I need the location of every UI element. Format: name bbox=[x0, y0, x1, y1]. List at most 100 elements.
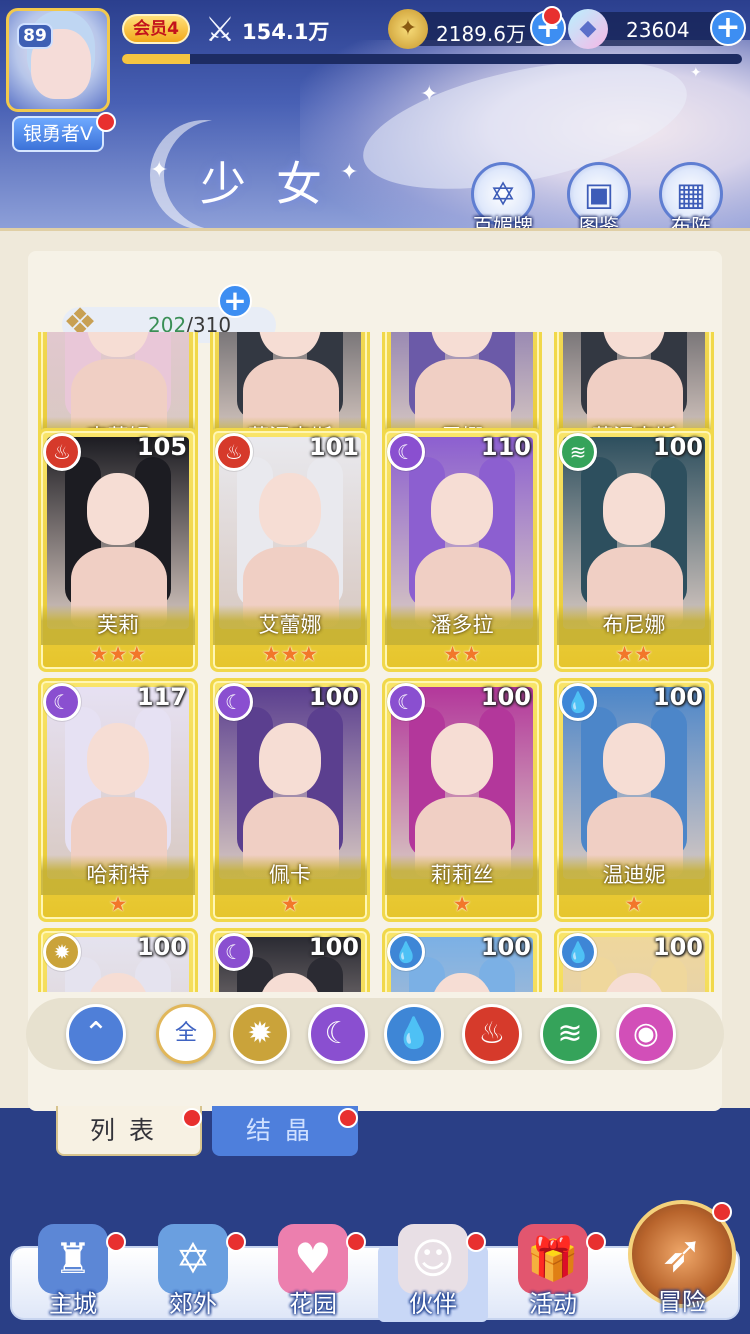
gem-currency: ◆ 23604 + bbox=[568, 9, 746, 49]
water-element-icon: 💧 bbox=[559, 933, 597, 971]
fire-element-icon: ♨ bbox=[215, 433, 253, 471]
experience-bar bbox=[122, 54, 742, 64]
sparkle-icon: ✦ bbox=[690, 65, 702, 81]
water-drop-icon: 💧 bbox=[395, 1016, 433, 1051]
star-rating: ★★ bbox=[557, 643, 711, 667]
notification-dot bbox=[182, 1108, 202, 1128]
player-avatar[interactable]: 89 bbox=[6, 8, 110, 112]
character-name: 潘多拉 bbox=[430, 613, 494, 637]
character-card[interactable]: 💧 100 温迪妮 ★ bbox=[554, 678, 714, 922]
character-level: 105 bbox=[136, 433, 187, 461]
character-level: 100 bbox=[652, 933, 703, 961]
character-card[interactable]: ☾ 100 佩卡 ★ bbox=[210, 678, 370, 922]
combat-power-value: 154.1万 bbox=[242, 20, 330, 44]
character-card[interactable]: ✹ 100 bbox=[38, 928, 198, 992]
character-level: 100 bbox=[480, 683, 531, 711]
light-element-icon: ✹ bbox=[43, 933, 81, 971]
star-rating: ★ bbox=[385, 893, 539, 917]
sword-shield-icon: ⚔ bbox=[204, 10, 236, 50]
filter-wind-button[interactable]: ≋ bbox=[540, 1004, 600, 1064]
star-icon: ★ bbox=[108, 642, 128, 666]
character-card[interactable]: 💧 100 bbox=[554, 928, 714, 992]
moon-element-icon: ☾ bbox=[387, 683, 425, 721]
star-rating: ★★★ bbox=[213, 643, 367, 667]
star-icon: ★ bbox=[280, 892, 300, 916]
notification-dot bbox=[586, 1232, 606, 1252]
player-level-badge: 89 bbox=[17, 23, 53, 49]
star-icon: ★ bbox=[462, 642, 481, 666]
star-rating: ★★★ bbox=[41, 643, 195, 667]
character-card[interactable]: ♨ 101 艾蕾娜 ★★★ bbox=[210, 428, 370, 672]
sparkle-icon: ✦ bbox=[150, 158, 169, 183]
notification-dot bbox=[712, 1202, 732, 1222]
filter-fire-button[interactable]: ♨ bbox=[462, 1004, 522, 1064]
nav-hexagram-gate[interactable]: ✡ 郊外 bbox=[138, 1212, 248, 1324]
nav-companion-portrait[interactable]: ☺ 伙伴 bbox=[378, 1212, 488, 1324]
star-icon: ★ bbox=[280, 642, 300, 666]
star-icon: ★ bbox=[615, 642, 634, 666]
notification-dot bbox=[346, 1232, 366, 1252]
filter-water-button[interactable]: 💧 bbox=[384, 1004, 444, 1064]
nav-label: 主城 bbox=[49, 1290, 97, 1318]
sun-icon: ✹ bbox=[247, 1016, 273, 1051]
page-title: 少女 bbox=[200, 157, 352, 211]
notification-dot bbox=[96, 112, 116, 132]
star-icon: ★ bbox=[108, 892, 128, 916]
expand-roster-button[interactable]: + bbox=[218, 284, 252, 318]
filter-light-button[interactable]: ✹ bbox=[230, 1004, 290, 1064]
wind-element-icon: ≋ bbox=[559, 433, 597, 471]
moon-element-icon: ☾ bbox=[215, 933, 253, 971]
character-name: 温迪妮 bbox=[602, 863, 666, 887]
tab-list[interactable]: 列表 bbox=[56, 1106, 202, 1156]
character-card[interactable]: ♨ 105 芙莉 ★★★ bbox=[38, 428, 198, 672]
filter-dark-blue-button[interactable]: ⌃ bbox=[66, 1004, 126, 1064]
charm-cards-button[interactable]: ✡ 百媚牌 bbox=[468, 162, 538, 238]
star-icon: ★ bbox=[452, 892, 472, 916]
notification-dot bbox=[226, 1232, 246, 1252]
gold-amount: 2189.6万 bbox=[436, 22, 526, 46]
formation-button[interactable]: ▦ 布阵 bbox=[656, 162, 726, 238]
add-gem-button[interactable]: + bbox=[710, 10, 746, 46]
character-level: 117 bbox=[136, 683, 187, 711]
nav-castle[interactable]: ♜ 主城 bbox=[18, 1212, 128, 1324]
character-card[interactable]: ≋ 100 布尼娜 ★★ bbox=[554, 428, 714, 672]
nav-label: 花园 bbox=[289, 1290, 337, 1318]
tab-crystal[interactable]: 结晶 bbox=[212, 1106, 358, 1156]
water-element-icon: 💧 bbox=[559, 683, 597, 721]
filter-planet-button[interactable]: ◉ bbox=[616, 1004, 676, 1064]
crystal-gem-icon: ◆ bbox=[568, 9, 608, 49]
gold-coin-icon: ✦ bbox=[388, 9, 428, 49]
filter-moon-button[interactable]: ☾ bbox=[308, 1004, 368, 1064]
character-card[interactable]: ☾ 100 bbox=[210, 928, 370, 992]
nav-gift-box[interactable]: 🎁 活动 bbox=[498, 1212, 608, 1324]
character-level: 100 bbox=[308, 683, 359, 711]
chevron-up-icon: ⌃ bbox=[83, 1016, 109, 1051]
codex-button[interactable]: ▣ 图鉴 bbox=[564, 162, 634, 238]
character-card[interactable]: ☾ 117 哈莉特 ★ bbox=[38, 678, 198, 922]
moon-element-icon: ☾ bbox=[43, 683, 81, 721]
character-grid: 克莉姆★★★★★菲涅克斯★★★★★露娜★★★★★菲涅克斯★★★★★♨105芙莉★… bbox=[30, 332, 720, 992]
moon-element-icon: ☾ bbox=[215, 683, 253, 721]
character-level: 100 bbox=[480, 933, 531, 961]
star-icon: ★ bbox=[624, 892, 644, 916]
character-name: 佩卡 bbox=[269, 863, 311, 887]
star-icon: ★ bbox=[127, 642, 147, 666]
filter-all-button[interactable]: 全 bbox=[156, 1004, 216, 1064]
character-card[interactable]: ☾ 100 莉莉丝 ★ bbox=[382, 678, 542, 922]
character-card[interactable]: 💧 100 bbox=[382, 928, 542, 992]
sparkle-icon: ✦ bbox=[420, 82, 439, 107]
water-element-icon: 💧 bbox=[387, 933, 425, 971]
nav-heart[interactable]: ♥ 花园 bbox=[258, 1212, 368, 1324]
gold-currency: ✦ 2189.6万 + bbox=[388, 9, 566, 49]
star-rating: ★★ bbox=[385, 643, 539, 667]
nav-label: 活动 bbox=[529, 1290, 577, 1318]
player-name-button[interactable]: 银勇者V bbox=[12, 116, 104, 152]
notification-dot bbox=[338, 1108, 358, 1128]
star-icon: ★ bbox=[634, 642, 653, 666]
character-card[interactable]: ☾ 110 潘多拉 ★★ bbox=[382, 428, 542, 672]
star-rating: ★ bbox=[213, 893, 367, 917]
vip-badge[interactable]: 会员4 bbox=[122, 14, 190, 44]
star-icon: ★ bbox=[261, 642, 281, 666]
gem-amount: 23604 bbox=[626, 18, 690, 42]
star-rating: ★ bbox=[557, 893, 711, 917]
